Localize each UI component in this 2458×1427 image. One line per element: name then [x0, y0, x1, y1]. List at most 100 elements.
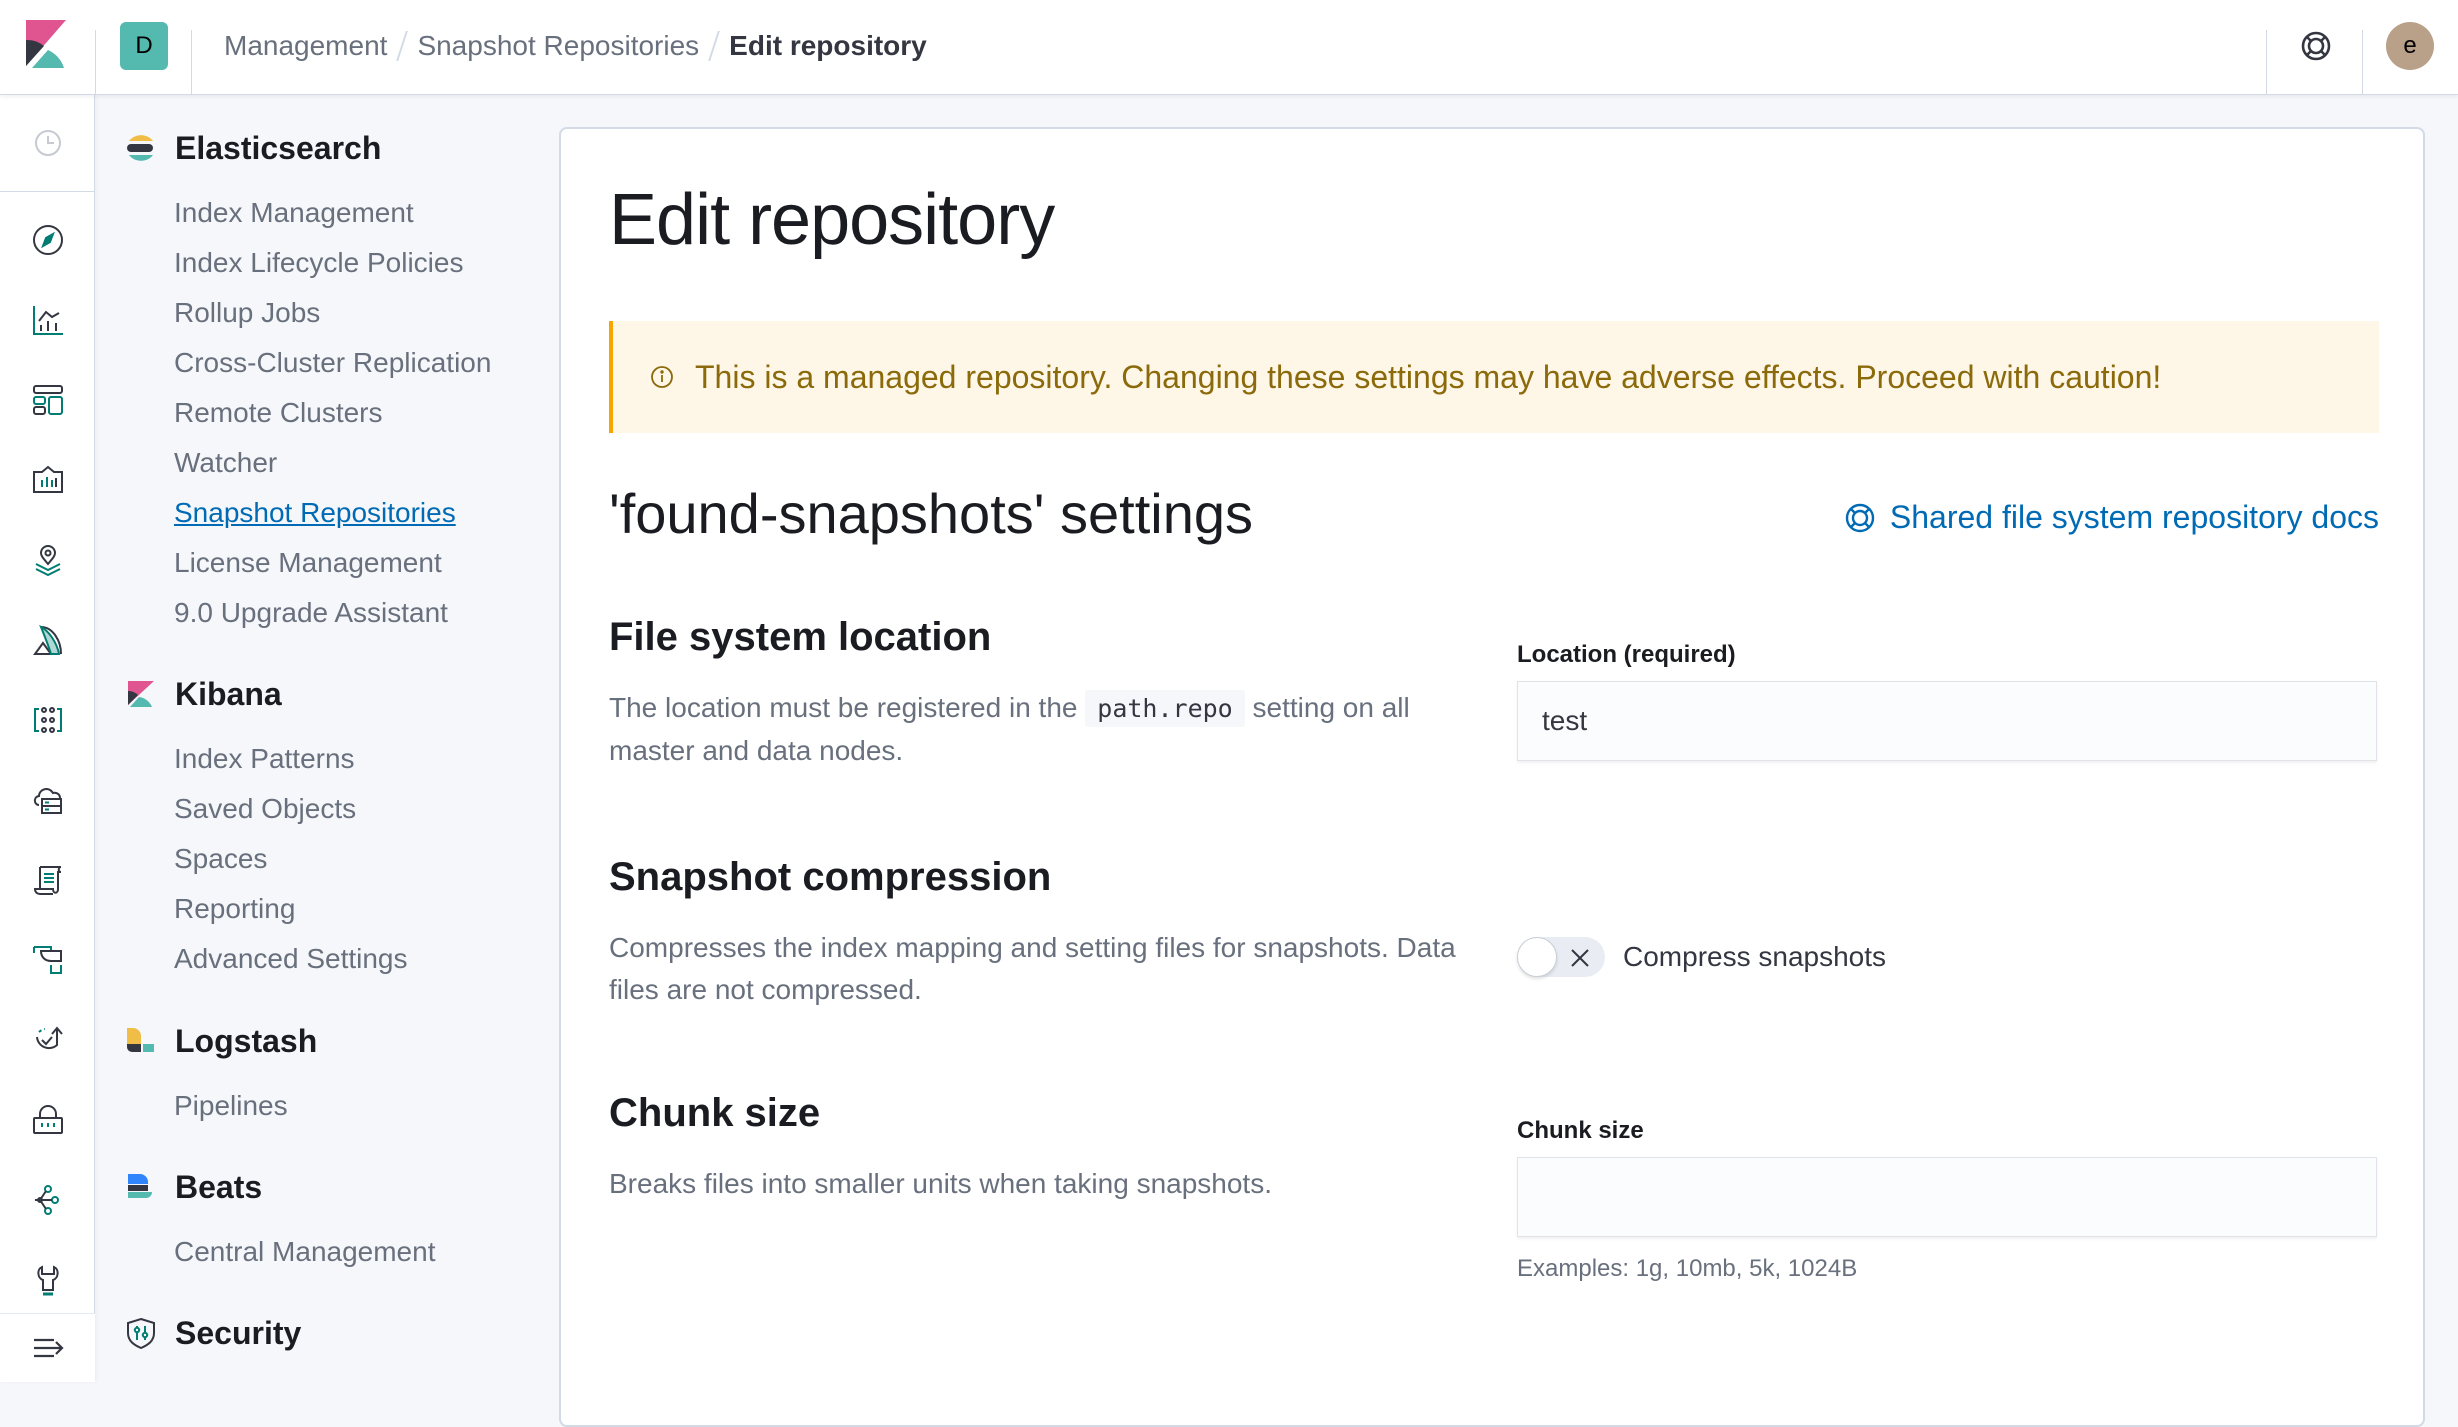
info-icon: [649, 364, 675, 390]
monitoring-icon: [32, 1105, 63, 1134]
compress-snapshots-switch[interactable]: [1517, 937, 1605, 977]
nav-index-management[interactable]: Index Management: [174, 193, 414, 233]
collapse-menu-icon: [33, 1338, 64, 1358]
beats-logo-icon: [125, 1171, 157, 1203]
location-description: The location must be registered in the p…: [609, 687, 1479, 772]
section-security: Security: [125, 1313, 301, 1353]
logstash-logo-icon: [125, 1025, 157, 1057]
nav-monitoring[interactable]: [0, 1088, 95, 1152]
nav-uptime[interactable]: [0, 928, 95, 992]
nav-pipelines[interactable]: Pipelines: [174, 1086, 288, 1126]
siem-icon: [35, 1026, 63, 1050]
compression-description: Compresses the index mapping and setting…: [609, 932, 1456, 1005]
canvas-icon: [32, 465, 63, 493]
section-title: Elasticsearch: [175, 129, 382, 166]
logs-icon: [33, 788, 62, 814]
nav-central-management[interactable]: Central Management: [174, 1232, 435, 1272]
breadcrumb-separator: [708, 31, 721, 61]
dashboard-icon: [32, 385, 63, 415]
section-title: Beats: [175, 1168, 263, 1205]
top-header: D Management Snapshot Repositories Edit …: [0, 0, 2458, 95]
space-initial: D: [135, 32, 153, 59]
compress-snapshots-toggle-row: Compress snapshots: [1517, 937, 1886, 977]
kibana-logo-icon: [125, 678, 157, 710]
clock-icon: [34, 130, 61, 156]
nav-snapshot-repositories[interactable]: Snapshot Repositories: [174, 493, 456, 533]
graph-icon: [34, 1185, 59, 1215]
section-elasticsearch: Elasticsearch: [125, 128, 381, 168]
security-shield-icon: [125, 1317, 157, 1349]
switch-knob: [1517, 937, 1557, 977]
nav-watcher[interactable]: Watcher: [174, 443, 277, 483]
breadcrumb: Management Snapshot Repositories Edit re…: [224, 26, 927, 66]
header-divider: [2362, 30, 2363, 95]
nav-remote-clusters[interactable]: Remote Clusters: [174, 393, 383, 433]
nav-cross-cluster-replication[interactable]: Cross-Cluster Replication: [174, 343, 491, 383]
section-beats: Beats: [125, 1167, 262, 1207]
cross-icon: [1571, 949, 1589, 967]
user-initial: e: [2403, 32, 2417, 59]
nav-apm[interactable]: [0, 848, 95, 912]
managed-repository-callout: This is a managed repository. Changing t…: [609, 321, 2379, 433]
nav-discover[interactable]: [0, 208, 95, 272]
nav-spaces[interactable]: Spaces: [174, 839, 267, 879]
nav-maps[interactable]: [0, 528, 95, 592]
section-title: Security: [175, 1314, 302, 1351]
edit-repository-panel: Edit repository This is a managed reposi…: [559, 127, 2425, 1427]
section-kibana: Kibana: [125, 674, 282, 714]
page-title: Edit repository: [609, 180, 1055, 260]
maps-icon: [35, 545, 60, 577]
kibana-logo-icon[interactable]: [26, 20, 66, 68]
lifebuoy-icon: [1845, 503, 1875, 532]
uptime-icon: [32, 946, 62, 974]
nav-license-management[interactable]: License Management: [174, 543, 442, 583]
nav-graph[interactable]: [0, 1168, 95, 1232]
chunk-size-help: Examples: 1g, 10mb, 5k, 1024B: [1517, 1255, 1858, 1282]
nav-index-patterns[interactable]: Index Patterns: [174, 739, 355, 779]
chunk-size-input[interactable]: [1517, 1157, 2377, 1237]
space-selector[interactable]: D: [120, 22, 168, 70]
chunk-size-label: Chunk size: [1517, 1117, 1644, 1144]
compress-snapshots-label[interactable]: Compress snapshots: [1623, 941, 1886, 973]
callout-text: This is a managed repository. Changing t…: [695, 358, 2162, 395]
nav-dev-tools[interactable]: [0, 1248, 95, 1312]
collapse-nav-button[interactable]: [0, 1313, 95, 1382]
user-avatar[interactable]: e: [2386, 22, 2434, 70]
section-title: Logstash: [175, 1022, 318, 1059]
chunk-size-section-title: Chunk size: [609, 1091, 821, 1135]
section-logstash: Logstash: [125, 1021, 317, 1061]
breadcrumb-snapshot-repositories[interactable]: Snapshot Repositories: [417, 30, 699, 62]
nav-logs[interactable]: [0, 768, 95, 832]
management-sidenav: Elasticsearch Index Management Index Lif…: [95, 95, 559, 1382]
nav-visualize[interactable]: [0, 288, 95, 352]
visualize-icon: [32, 306, 63, 335]
nav-rollup-jobs[interactable]: Rollup Jobs: [174, 293, 320, 333]
nav-reporting[interactable]: Reporting: [174, 889, 295, 929]
nav-index-lifecycle-policies[interactable]: Index Lifecycle Policies: [174, 243, 463, 283]
nav-saved-objects[interactable]: Saved Objects: [174, 789, 356, 829]
nav-upgrade-assistant[interactable]: 9.0 Upgrade Assistant: [174, 593, 448, 633]
docs-link[interactable]: Shared file system repository docs: [1844, 499, 2379, 536]
compression-section-title: Snapshot compression: [609, 855, 1052, 899]
nav-dashboard[interactable]: [0, 368, 95, 432]
breadcrumb-management[interactable]: Management: [224, 30, 387, 62]
nav-canvas[interactable]: [0, 448, 95, 512]
chunk-size-description: Breaks files into smaller units when tak…: [609, 1168, 1272, 1199]
nav-advanced-settings[interactable]: Advanced Settings: [174, 939, 408, 979]
nav-infrastructure[interactable]: [0, 688, 95, 752]
nav-siem[interactable]: [0, 1008, 95, 1072]
settings-title: 'found-snapshots' settings: [609, 482, 1253, 545]
location-desc-text: The location must be registered in the: [609, 692, 1078, 723]
elasticsearch-logo-icon: [125, 132, 157, 164]
breadcrumb-separator: [396, 31, 409, 61]
section-title: Kibana: [175, 675, 282, 712]
nav-machine-learning[interactable]: [0, 608, 95, 672]
help-button[interactable]: [2296, 26, 2336, 66]
recently-viewed-button[interactable]: [0, 95, 95, 192]
machine-learning-icon: [32, 624, 62, 655]
location-label: Location (required): [1517, 641, 1736, 668]
header-divider: [2266, 30, 2267, 95]
location-section-title: File system location: [609, 615, 992, 659]
location-input[interactable]: [1517, 681, 2377, 761]
apm-icon: [33, 866, 61, 895]
